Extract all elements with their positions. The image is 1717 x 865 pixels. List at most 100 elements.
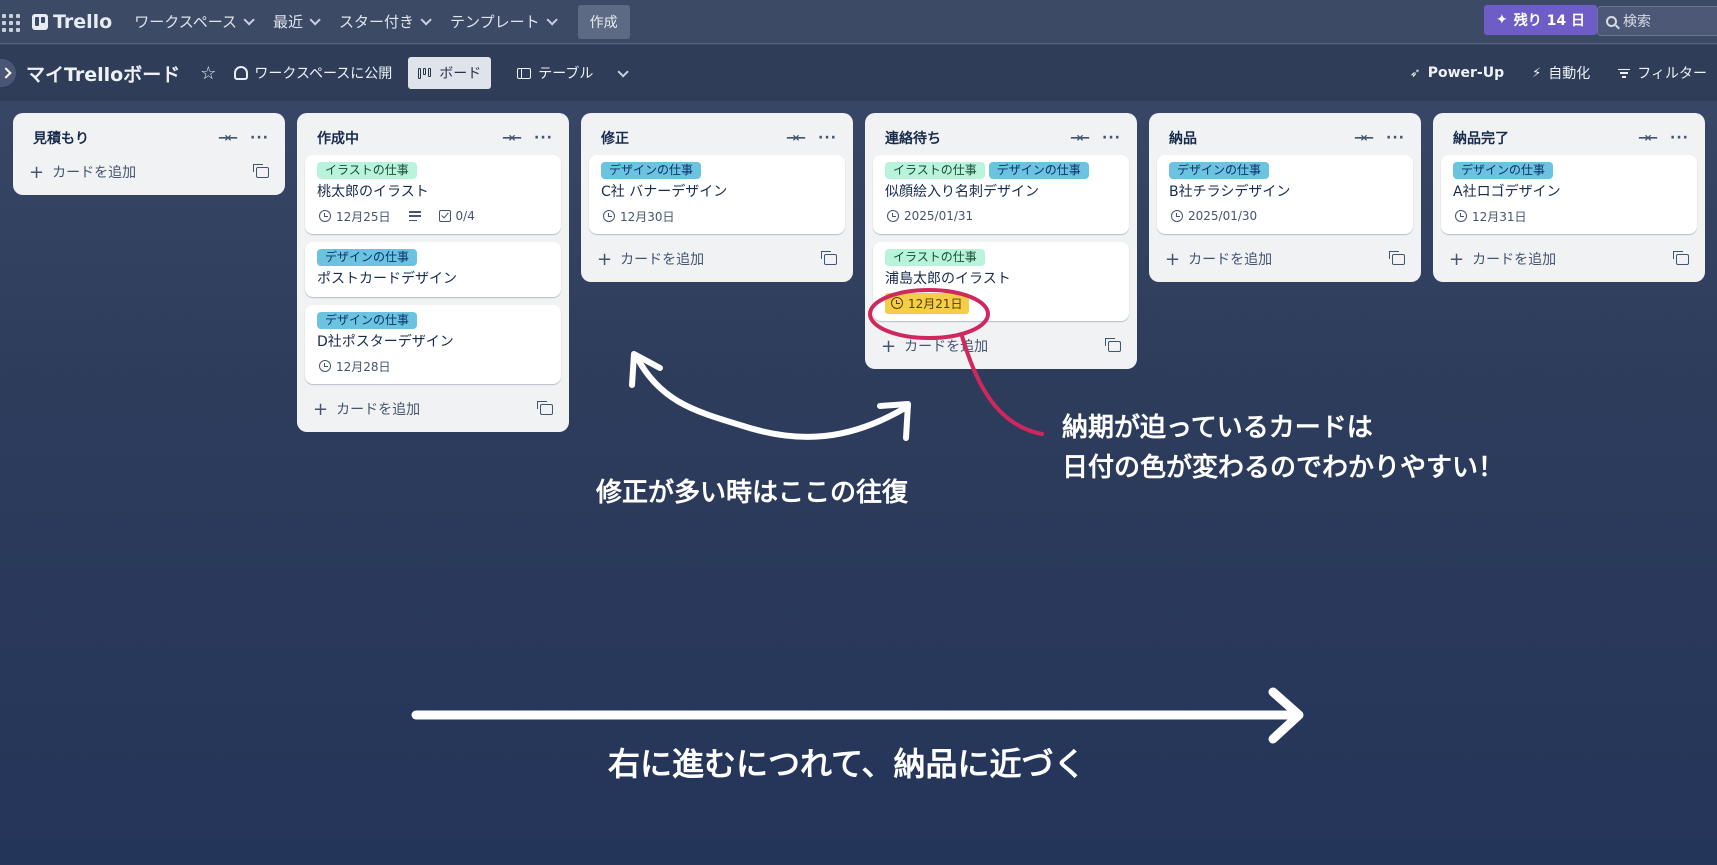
nav-starred[interactable]: スター付き — [339, 11, 432, 32]
due-date-badge[interactable]: 2025/01/30 — [1169, 208, 1259, 224]
card-badges: 2025/01/30 — [1169, 206, 1403, 226]
add-card-button[interactable]: + カードを追加 — [1441, 242, 1697, 276]
view-table-button[interactable]: テーブル — [507, 57, 603, 89]
list-header[interactable]: 作成中 →← ··· — [305, 121, 561, 155]
card-title: 似顔絵入り名刺デザイン — [885, 184, 1039, 200]
more-icon[interactable]: ··· — [818, 130, 837, 146]
list-delivery: 納品 →← ··· デザインの仕事 B社チラシデザイン 2025/01/30 +… — [1149, 113, 1421, 282]
collapse-icon[interactable]: →← — [218, 131, 238, 146]
card[interactable]: デザインの仕事 A社ロゴデザイン 12月31日 — [1441, 155, 1697, 234]
card-title: 浦島太郎のイラスト — [885, 271, 1011, 287]
list-title[interactable]: 納品完了 — [1453, 128, 1638, 148]
more-icon[interactable]: ··· — [1670, 130, 1689, 146]
card-title: B社チラシデザイン — [1169, 184, 1291, 200]
trello-logo[interactable]: Trello — [32, 11, 112, 33]
card[interactable]: イラストの仕事 桃太郎のイラスト 12月25日 0/4 — [305, 155, 561, 234]
card[interactable]: デザインの仕事 B社チラシデザイン 2025/01/30 — [1157, 155, 1413, 234]
list-title[interactable]: 見積もり — [33, 128, 218, 148]
plus-icon: + — [597, 248, 613, 270]
nav-workspaces[interactable]: ワークスペース — [134, 11, 255, 32]
card[interactable]: デザインの仕事 D社ポスターデザイン 12月28日 — [305, 305, 561, 384]
add-card-button[interactable]: + カードを追加 — [589, 242, 845, 276]
list-header[interactable]: 納品 →← ··· — [1157, 121, 1413, 155]
label-illustration: イラストの仕事 — [885, 162, 985, 179]
plus-icon: + — [29, 161, 45, 183]
due-date-badge[interactable]: 12月30日 — [601, 207, 677, 226]
clock-icon — [319, 210, 331, 222]
list-header[interactable]: 納品完了 →← ··· — [1441, 121, 1697, 155]
trello-logo-icon — [32, 13, 48, 30]
card-labels: イラストの仕事 — [317, 162, 551, 179]
clock-icon — [1171, 210, 1183, 222]
list-header[interactable]: 修正 →← ··· — [589, 121, 845, 155]
chevron-down-icon — [420, 13, 432, 26]
trial-button[interactable]: ✦ 残り 14 日 — [1484, 5, 1597, 35]
card-template-icon[interactable] — [821, 250, 837, 265]
add-card-button[interactable]: + カードを追加 — [305, 392, 561, 426]
card[interactable]: デザインの仕事 C社 バナーデザイン 12月30日 — [589, 155, 845, 234]
add-card-button[interactable]: + カードを追加 — [873, 329, 1129, 363]
due-date-badge[interactable]: 2025/01/31 — [885, 208, 975, 224]
collapse-icon[interactable]: →← — [1354, 131, 1374, 146]
list-title[interactable]: 作成中 — [317, 128, 502, 148]
due-date: 12月21日 — [908, 296, 963, 311]
list-title[interactable]: 修正 — [601, 128, 786, 148]
collapse-icon[interactable]: →← — [502, 131, 522, 146]
card-labels: デザインの仕事 — [1169, 162, 1403, 179]
nav-recent[interactable]: 最近 — [273, 11, 321, 32]
collapse-icon[interactable]: →← — [786, 131, 806, 146]
visibility-button[interactable]: ワークスペースに公開 — [234, 63, 392, 83]
top-navigation: Trello ワークスペース 最近 スター付き テンプレート 作成 ✦ 残り 1… — [0, 0, 1717, 44]
card-template-icon[interactable] — [1389, 250, 1405, 265]
add-card-button[interactable]: + カードを追加 — [1157, 242, 1413, 276]
collapse-icon[interactable]: →← — [1638, 131, 1658, 146]
filter-button[interactable]: フィルター — [1618, 63, 1707, 83]
nav-templates[interactable]: テンプレート — [450, 11, 558, 32]
card-title: D社ポスターデザイン — [317, 334, 454, 350]
card-template-icon[interactable] — [253, 163, 269, 178]
label-illustration: イラストの仕事 — [885, 249, 985, 266]
label-illustration: イラストの仕事 — [317, 162, 417, 179]
sidebar-expand-button[interactable] — [0, 59, 16, 87]
board-actions: ➶ Power-Up ⚡ 自動化 フィルター — [1410, 45, 1707, 101]
board-title[interactable]: マイTrelloボード — [26, 60, 180, 87]
create-button[interactable]: 作成 — [577, 4, 630, 39]
list-header[interactable]: 連絡待ち →← ··· — [873, 121, 1129, 155]
card[interactable]: イラストの仕事 デザインの仕事 似顔絵入り名刺デザイン 2025/01/31 — [873, 155, 1129, 234]
card-template-icon[interactable] — [1673, 250, 1689, 265]
more-icon[interactable]: ··· — [1386, 130, 1405, 146]
collapse-icon[interactable]: →← — [1070, 131, 1090, 146]
more-views-button[interactable] — [617, 64, 630, 82]
list-in-progress: 作成中 →← ··· イラストの仕事 桃太郎のイラスト 12月25日 0/4 デ… — [297, 113, 569, 432]
card-template-icon[interactable] — [537, 400, 553, 415]
clock-icon — [891, 297, 903, 309]
checklist-badge: 0/4 — [437, 208, 477, 224]
label-design: デザインの仕事 — [1169, 162, 1270, 179]
label-design: デザインの仕事 — [317, 312, 418, 329]
card[interactable]: イラストの仕事 浦島太郎のイラスト 12月21日 — [873, 242, 1129, 321]
list-title[interactable]: 納品 — [1169, 128, 1354, 148]
add-card-button[interactable]: + カードを追加 — [21, 155, 277, 189]
powerup-label: Power-Up — [1427, 65, 1505, 81]
due-date-badge-due-soon[interactable]: 12月21日 — [885, 292, 969, 314]
card[interactable]: デザインの仕事 ポストカードデザイン — [305, 242, 561, 297]
due-date-badge[interactable]: 12月25日 — [317, 207, 393, 226]
app-switcher-icon[interactable] — [0, 10, 24, 34]
description-icon — [408, 211, 421, 221]
more-icon[interactable]: ··· — [1102, 130, 1121, 146]
powerup-button[interactable]: ➶ Power-Up — [1410, 65, 1504, 81]
star-icon[interactable]: ☆ — [200, 63, 216, 84]
list-title[interactable]: 連絡待ち — [885, 128, 1070, 148]
more-icon[interactable]: ··· — [534, 130, 553, 146]
view-board-button[interactable]: ボード — [408, 57, 492, 89]
list-header[interactable]: 見積もり →← ··· — [21, 121, 277, 155]
card-labels: イラストの仕事 — [885, 249, 1119, 266]
search-input[interactable]: 検索 — [1597, 6, 1717, 36]
more-icon[interactable]: ··· — [250, 130, 269, 146]
card-template-icon[interactable] — [1105, 337, 1121, 352]
due-date-badge[interactable]: 12月28日 — [317, 357, 393, 376]
visibility-label: ワークスペースに公開 — [254, 66, 393, 82]
plus-icon: + — [1165, 248, 1181, 270]
automation-button[interactable]: ⚡ 自動化 — [1532, 63, 1590, 83]
due-date-badge[interactable]: 12月31日 — [1453, 207, 1529, 226]
